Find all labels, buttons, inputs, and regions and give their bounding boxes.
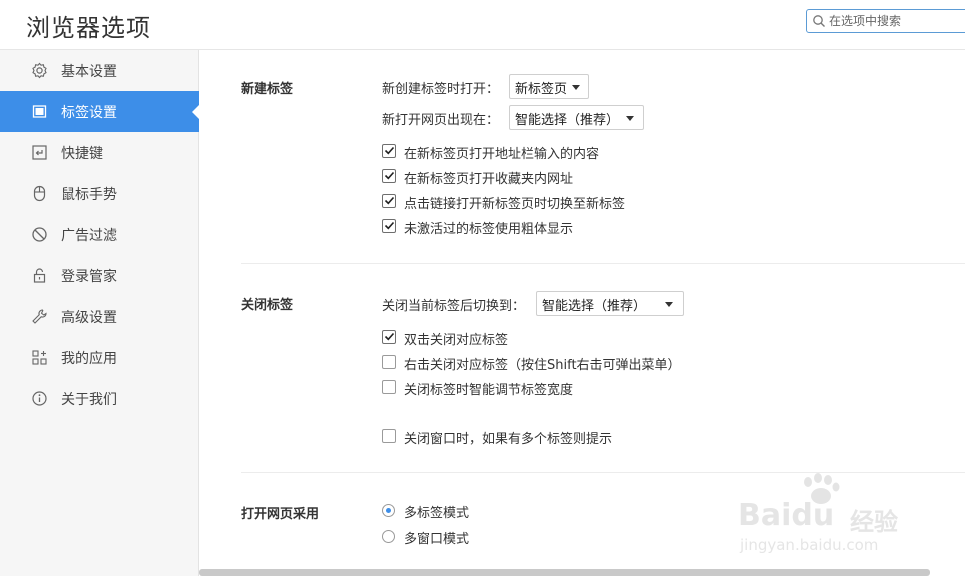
block-icon — [32, 227, 47, 242]
sidebar-item-label: 快捷键 — [61, 146, 103, 162]
radio-button[interactable] — [382, 504, 395, 517]
checkbox-label: 点击链接打开新标签页时切换至新标签 — [404, 197, 626, 212]
checkbox-label: 在新标签页打开地址栏输入的内容 — [404, 147, 600, 162]
checkbox[interactable] — [382, 330, 396, 344]
sidebar-item-label: 关于我们 — [61, 392, 117, 408]
checkbox[interactable] — [382, 194, 396, 208]
shortcut-icon — [32, 145, 47, 160]
checkbox-label: 双击关闭对应标签 — [404, 333, 509, 348]
section-title-close-tab: 关闭标签 — [241, 298, 294, 313]
sidebar-item-label: 我的应用 — [61, 351, 117, 367]
header: 浏览器选项 — [0, 0, 965, 50]
new-tab-open-value: 新标签页 — [515, 82, 568, 97]
radio-label: 多窗口模式 — [404, 532, 470, 547]
sidebar-item-label: 标签设置 — [61, 105, 117, 121]
section-title-new-tab: 新建标签 — [241, 82, 294, 97]
sidebar-item-label: 基本设置 — [61, 64, 117, 80]
apps-icon — [32, 350, 47, 365]
new-tab-position-label: 新打开网页出现在： — [382, 113, 500, 128]
new-tab-position-select[interactable]: 智能选择（推荐） — [509, 105, 644, 130]
sidebar-item-advanced[interactable]: 高级设置 — [0, 296, 199, 337]
sidebar-item-shortcuts[interactable]: 快捷键 — [0, 132, 199, 173]
chevron-down-icon — [572, 85, 580, 90]
wrench-icon — [32, 309, 47, 324]
check-icon — [384, 332, 395, 341]
baidu-jingyan-watermark: Baidu 经验 jingyan.baidu.com — [738, 470, 928, 570]
close-tab-switch-select[interactable]: 智能选择（推荐） — [536, 291, 684, 316]
close-tab-switch-value: 智能选择（推荐） — [542, 299, 647, 314]
checkbox-label: 关闭标签时智能调节标签宽度 — [404, 383, 574, 398]
search-icon — [813, 15, 825, 27]
search-input[interactable] — [829, 12, 965, 30]
check-icon — [384, 221, 395, 230]
new-tab-open-label: 新创建标签时打开： — [382, 82, 500, 97]
checkbox[interactable] — [382, 355, 396, 369]
sidebar-item-basic[interactable]: 基本设置 — [0, 50, 199, 91]
info-icon — [32, 391, 47, 406]
sidebar-item-label: 鼠标手势 — [61, 187, 117, 203]
sidebar-item-label: 广告过滤 — [61, 228, 117, 244]
new-tab-position-value: 智能选择（推荐） — [515, 113, 620, 128]
check-icon — [384, 146, 395, 155]
check-icon — [384, 171, 395, 180]
sidebar-item-my-apps[interactable]: 我的应用 — [0, 337, 199, 378]
checkbox-label: 关闭窗口时，如果有多个标签则提示 — [404, 432, 613, 447]
new-tab-open-select[interactable]: 新标签页 — [509, 74, 589, 99]
checkbox[interactable] — [382, 380, 396, 394]
sidebar-item-label: 高级设置 — [61, 310, 117, 326]
checkbox[interactable] — [382, 429, 396, 443]
sidebar: 基本设置 标签设置 快捷键 鼠标手势 广告过滤 登录管家 高级设置 我的应用 关… — [0, 50, 200, 576]
radio-button[interactable] — [382, 530, 395, 543]
checkbox-label: 在新标签页打开收藏夹内网址 — [404, 172, 574, 187]
checkbox[interactable] — [382, 144, 396, 158]
checkbox-label: 右击关闭对应标签（按住Shift右击可弹出菜单） — [404, 358, 681, 373]
horizontal-scrollbar[interactable] — [199, 569, 930, 576]
divider — [241, 263, 965, 264]
checkbox[interactable] — [382, 219, 396, 233]
tab-icon — [32, 105, 47, 118]
page-title: 浏览器选项 — [26, 14, 151, 42]
chevron-down-icon — [665, 302, 673, 307]
section-title-open-mode: 打开网页采用 — [241, 507, 320, 522]
sidebar-item-tabs[interactable]: 标签设置 — [0, 91, 200, 132]
watermark-brand: Baidu — [738, 498, 835, 533]
lock-icon — [33, 268, 46, 283]
close-tab-switch-label: 关闭当前标签后切换到： — [382, 299, 526, 314]
sidebar-item-login-manager[interactable]: 登录管家 — [0, 255, 199, 296]
radio-label: 多标签模式 — [404, 506, 470, 521]
sidebar-item-mouse-gestures[interactable]: 鼠标手势 — [0, 173, 199, 214]
sidebar-item-label: 登录管家 — [61, 269, 117, 285]
check-icon — [384, 196, 395, 205]
search-box[interactable] — [806, 9, 965, 33]
sidebar-item-about[interactable]: 关于我们 — [0, 378, 199, 419]
watermark-brand-cn: 经验 — [850, 508, 898, 536]
mouse-icon — [33, 185, 46, 202]
chevron-down-icon — [626, 116, 634, 121]
checkbox[interactable] — [382, 169, 396, 183]
watermark-url: jingyan.baidu.com — [740, 536, 879, 554]
gear-icon — [32, 62, 47, 79]
sidebar-item-ad-filter[interactable]: 广告过滤 — [0, 214, 199, 255]
checkbox-label: 未激活过的标签使用粗体显示 — [404, 222, 574, 237]
